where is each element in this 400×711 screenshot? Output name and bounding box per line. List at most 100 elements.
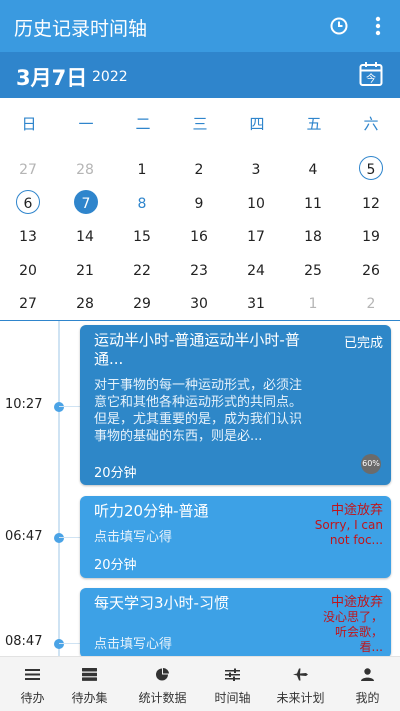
calendar-day[interactable]: 20 bbox=[8, 258, 48, 284]
calendar-day[interactable]: 9 bbox=[179, 191, 219, 217]
calendar-day[interactable]: 25 bbox=[293, 258, 333, 284]
status-badge: 中途放弃 没心思了，听会歌，看... bbox=[319, 595, 383, 655]
calendar-day[interactable]: 19 bbox=[351, 224, 391, 250]
status-note: 没心思了，听会歌，看... bbox=[322, 610, 383, 654]
calendar-day[interactable]: 12 bbox=[351, 191, 391, 217]
timeline-time: 10:27 bbox=[5, 397, 43, 412]
weekday-fri: 五 bbox=[306, 115, 322, 133]
timeline-time: 08:47 bbox=[5, 634, 43, 649]
timeline-time: 06:47 bbox=[5, 529, 43, 544]
calendar-today-icon[interactable]: 今 bbox=[359, 61, 383, 87]
selected-date: 3月7日 bbox=[16, 66, 88, 90]
date-header: 3月7日 2022 今 bbox=[0, 52, 400, 98]
timeline-card[interactable]: 听力20分钟-普通 中途放弃 Sorry, I can not foc... 点… bbox=[80, 496, 391, 578]
calendar-day[interactable]: 28 bbox=[65, 157, 105, 183]
status-label: 中途放弃 bbox=[330, 595, 383, 610]
nav-label: 待办 bbox=[20, 691, 45, 705]
calendar-day[interactable]: 1 bbox=[293, 291, 333, 317]
clock-icon[interactable] bbox=[330, 17, 348, 35]
weekday-row: 日 一 二 三 四 五 六 bbox=[0, 108, 400, 138]
pie-chart-icon bbox=[156, 668, 169, 681]
calendar-day[interactable]: 11 bbox=[293, 191, 333, 217]
svg-text:今: 今 bbox=[366, 72, 376, 85]
calendar-day[interactable]: 1 bbox=[122, 157, 162, 183]
card-title: 每天学习3小时-习惯 bbox=[94, 594, 229, 612]
weekday-wed: 三 bbox=[192, 115, 208, 133]
calendar-day[interactable]: 17 bbox=[236, 224, 276, 250]
reflection-prompt[interactable]: 点击填写心得 bbox=[94, 529, 314, 546]
nav-label: 待办集 bbox=[71, 691, 108, 705]
weekday-tue: 二 bbox=[135, 115, 151, 133]
selected-year: 2022 bbox=[92, 69, 128, 85]
calendar-day[interactable]: 29 bbox=[122, 291, 162, 317]
stack-icon bbox=[82, 668, 97, 681]
calendar-day[interactable]: 15 bbox=[122, 224, 162, 250]
calendar-day-selected[interactable]: 7 bbox=[66, 191, 106, 217]
app-bar: 历史记录时间轴 bbox=[0, 0, 400, 52]
calendar-day[interactable]: 21 bbox=[65, 258, 105, 284]
card-duration: 20分钟 bbox=[94, 466, 137, 481]
page-title: 历史记录时间轴 bbox=[14, 18, 148, 40]
calendar-day[interactable]: 14 bbox=[65, 224, 105, 250]
nav-label: 我的 bbox=[355, 691, 380, 705]
calendar-day[interactable]: 27 bbox=[8, 291, 48, 317]
card-title: 听力20分钟-普通 bbox=[94, 502, 209, 520]
calendar-day[interactable]: 3 bbox=[236, 157, 276, 183]
nav-label: 时间轴 bbox=[214, 691, 251, 705]
calendar-day[interactable]: 24 bbox=[236, 258, 276, 284]
calendar-day[interactable]: 2 bbox=[351, 291, 391, 317]
nav-statistics[interactable]: 统计数据 bbox=[134, 657, 191, 711]
card-description: 对于事物的每一种运动形式，必须注意它和其他各种运动形式的共同点。但是，尤其重要的… bbox=[94, 378, 303, 444]
calendar-day[interactable]: 13 bbox=[8, 224, 48, 250]
status-badge: 中途放弃 Sorry, I can not foc... bbox=[305, 503, 383, 548]
airplane-icon bbox=[293, 668, 308, 681]
calendar-day[interactable]: 26 bbox=[351, 258, 391, 284]
progress-indicator: 60% bbox=[361, 454, 381, 474]
reflection-prompt[interactable]: 点击填写心得 bbox=[94, 636, 314, 653]
timeline-connector bbox=[59, 643, 81, 644]
timeline-connector bbox=[59, 537, 81, 538]
calendar-day[interactable]: 22 bbox=[122, 258, 162, 284]
timeline-line bbox=[58, 321, 60, 657]
card-title: 运动半小时-普通运动半小时-普通... bbox=[94, 331, 300, 368]
list-icon bbox=[25, 669, 40, 680]
person-icon bbox=[361, 668, 374, 681]
status-badge: 已完成 bbox=[343, 336, 383, 351]
calendar-day[interactable]: 30 bbox=[179, 291, 219, 317]
calendar-day[interactable]: 10 bbox=[236, 191, 276, 217]
timeline-card[interactable]: 每天学习3小时-习惯 中途放弃 没心思了，听会歌，看... 点击填写心得 bbox=[80, 588, 391, 658]
calendar-divider bbox=[0, 320, 400, 321]
calendar-day[interactable]: 16 bbox=[179, 224, 219, 250]
nav-todo[interactable]: 待办 bbox=[4, 657, 61, 711]
calendar-day[interactable]: 27 bbox=[8, 157, 48, 183]
more-vert-icon[interactable] bbox=[370, 16, 386, 36]
nav-label: 未来计划 bbox=[276, 691, 325, 705]
nav-future-plans[interactable]: 未来计划 bbox=[272, 657, 329, 711]
calendar-day[interactable]: 6 bbox=[8, 191, 48, 217]
calendar-day[interactable]: 18 bbox=[293, 224, 333, 250]
card-duration: 20分钟 bbox=[94, 558, 137, 573]
nav-todo-sets[interactable]: 待办集 bbox=[61, 657, 118, 711]
calendar-day[interactable]: 5 bbox=[351, 157, 391, 183]
timeline-card[interactable]: 运动半小时-普通运动半小时-普通... 已完成 对于事物的每一种运动形式，必须注… bbox=[80, 325, 391, 485]
calendar-day[interactable]: 8 bbox=[122, 191, 162, 217]
nav-profile[interactable]: 我的 bbox=[339, 657, 396, 711]
calendar-day[interactable]: 2 bbox=[179, 157, 219, 183]
weekday-thu: 四 bbox=[249, 115, 265, 133]
nav-label: 统计数据 bbox=[138, 691, 187, 705]
nav-timeline[interactable]: 时间轴 bbox=[204, 657, 261, 711]
timeline-dot bbox=[54, 402, 64, 412]
status-note: Sorry, I can not foc... bbox=[314, 518, 383, 547]
weekday-sun: 日 bbox=[21, 115, 37, 133]
status-label: 中途放弃 bbox=[330, 503, 383, 518]
weekday-mon: 一 bbox=[78, 115, 94, 133]
timeline-dot bbox=[54, 533, 64, 543]
timeline-dot bbox=[54, 639, 64, 649]
sliders-icon bbox=[225, 668, 240, 681]
calendar-day[interactable]: 28 bbox=[65, 291, 105, 317]
bottom-navigation: 待办 待办集 统计数据 时间轴 未来计划 我的 bbox=[0, 656, 400, 711]
calendar-day[interactable]: 23 bbox=[179, 258, 219, 284]
calendar-day[interactable]: 31 bbox=[236, 291, 276, 317]
weekday-sat: 六 bbox=[363, 115, 379, 133]
calendar-day[interactable]: 4 bbox=[293, 157, 333, 183]
